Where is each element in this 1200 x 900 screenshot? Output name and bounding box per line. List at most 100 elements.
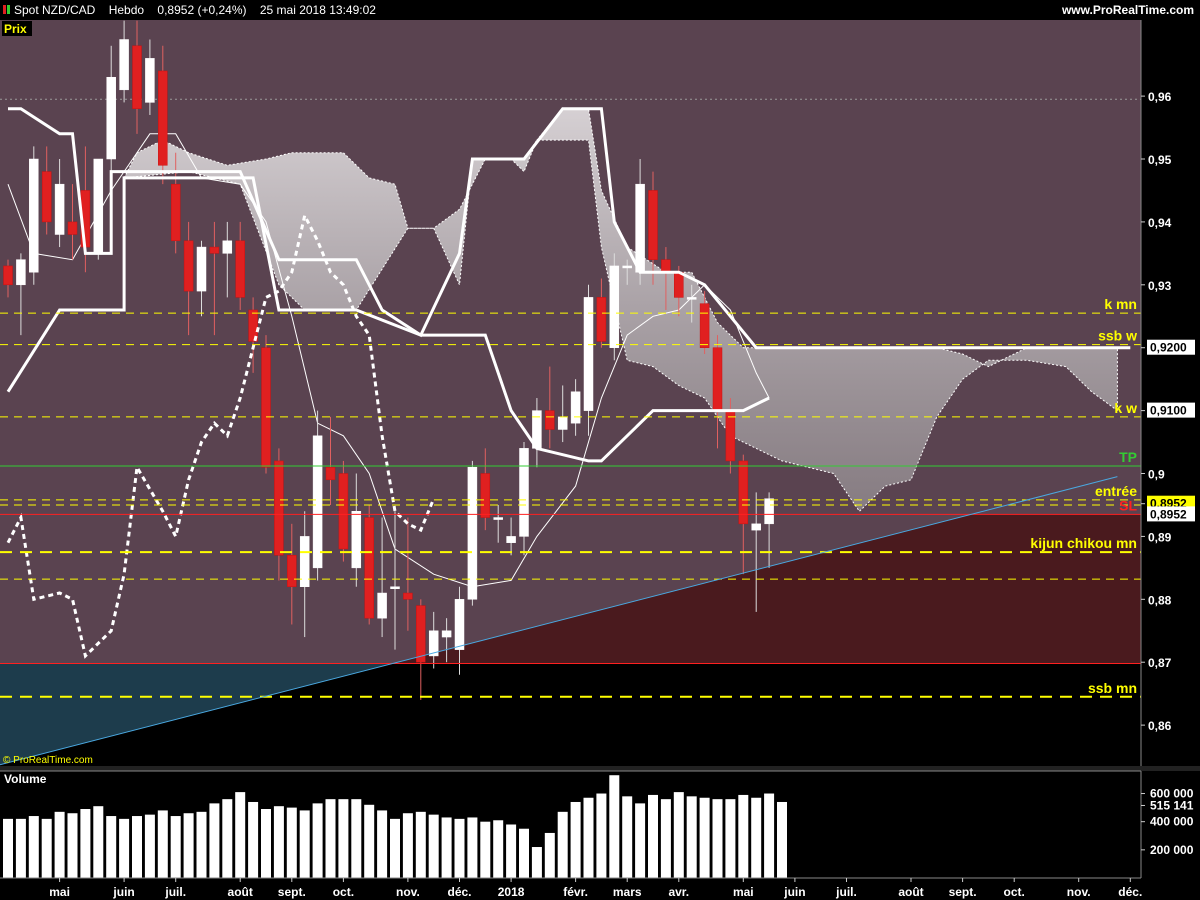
candle — [480, 473, 491, 518]
candle — [261, 347, 271, 468]
candle — [596, 297, 607, 342]
volume-bar — [493, 820, 504, 878]
volume-bar — [273, 806, 284, 878]
volume-bar — [454, 818, 465, 878]
level-label: k w — [1114, 400, 1137, 416]
volume-panel-title: Volume — [4, 772, 47, 786]
y-tick-label: 0,94 — [1148, 216, 1172, 230]
x-tick-label: août — [228, 885, 253, 899]
candle — [622, 265, 632, 269]
volume-bar — [699, 797, 710, 878]
candle — [287, 555, 297, 587]
x-tick-label: nov. — [1067, 885, 1091, 899]
volume-bar — [144, 814, 155, 878]
candle — [416, 605, 426, 663]
x-tick-label: juil. — [835, 885, 857, 899]
volume-bar — [183, 813, 194, 878]
price-badge-label: 0,9100 — [1150, 404, 1187, 418]
volume-bar — [132, 816, 142, 878]
y-tick-label: 0,86 — [1148, 719, 1172, 733]
volume-bar — [312, 803, 323, 878]
candle — [506, 536, 516, 543]
volume-bar — [235, 792, 246, 878]
volume-bar — [41, 818, 52, 878]
x-tick-label: déc. — [1118, 885, 1142, 899]
volume-bar — [338, 799, 349, 878]
candle — [390, 586, 400, 589]
candle — [545, 410, 555, 430]
candle — [519, 448, 529, 537]
candle — [145, 58, 155, 103]
x-tick-label: févr. — [563, 885, 588, 899]
candle — [751, 523, 761, 531]
candle — [325, 466, 336, 481]
x-tick-label: oct. — [333, 885, 354, 899]
volume-bar — [428, 814, 439, 878]
volume-bar — [725, 799, 736, 878]
candle — [351, 511, 362, 569]
volume-bar — [106, 816, 117, 878]
volume-bar — [648, 794, 658, 878]
candle — [686, 297, 697, 300]
volume-bar — [377, 810, 388, 878]
volume-bar — [28, 816, 39, 878]
candle — [222, 240, 233, 254]
x-tick-label: juin — [783, 885, 805, 899]
candle — [570, 391, 581, 424]
level-label: ssb w — [1098, 328, 1137, 344]
volume-bar — [596, 793, 607, 878]
volume-bar — [209, 803, 220, 878]
volume-bar — [441, 817, 452, 878]
volume-bar — [777, 801, 787, 878]
candle — [67, 221, 78, 235]
volume-bar — [544, 832, 555, 878]
candle — [403, 592, 413, 600]
price-badge-label: 0,8952 — [1150, 507, 1187, 521]
candle — [338, 473, 349, 550]
vol-tick-label: 515 141 — [1150, 798, 1194, 812]
price-chart[interactable]: k mnssb wk wTPentréeSLkijun chikou mnssb… — [0, 0, 1200, 900]
y-tick-label: 0,89 — [1148, 530, 1172, 544]
candle — [106, 76, 116, 160]
volume-bar — [170, 816, 181, 878]
y-tick-label: 0,88 — [1148, 593, 1172, 607]
x-tick-label: mai — [733, 885, 754, 899]
volume-bar — [673, 792, 684, 878]
level-label: TP — [1119, 449, 1137, 465]
volume-bar — [609, 775, 620, 878]
volume-bar — [635, 803, 646, 878]
y-tick-label: 0,9 — [1148, 468, 1165, 482]
volume-bar — [286, 807, 297, 878]
vol-tick-label: 200 000 — [1150, 843, 1194, 857]
y-tick-label: 0,95 — [1148, 153, 1172, 167]
volume-bar — [660, 799, 671, 878]
volume-bar — [764, 793, 775, 878]
volume-bar — [622, 796, 633, 878]
price-axis-bg — [1141, 20, 1200, 766]
candle — [725, 410, 736, 462]
candle — [364, 517, 374, 619]
volume-bar — [686, 796, 697, 878]
volume-bar — [3, 818, 13, 878]
x-tick-label: mars — [613, 885, 642, 899]
candle — [41, 171, 52, 223]
price-badge-label: 0,9200 — [1150, 341, 1187, 355]
candle — [609, 265, 620, 348]
volume-bar — [261, 809, 271, 878]
volume-bar — [480, 821, 491, 878]
volume-bar — [222, 799, 233, 878]
candle — [183, 240, 194, 292]
candle — [235, 240, 245, 298]
volume-bar — [54, 811, 65, 878]
x-tick-label: juil. — [164, 885, 186, 899]
candle — [712, 347, 723, 411]
x-tick-label: nov. — [396, 885, 420, 899]
candle — [54, 183, 65, 235]
candle — [441, 630, 452, 638]
volume-bar — [390, 818, 400, 878]
candle — [274, 460, 284, 556]
candle — [674, 271, 684, 298]
volume-bar — [119, 818, 130, 878]
volume-bar — [712, 799, 723, 878]
volume-bar — [299, 810, 310, 878]
